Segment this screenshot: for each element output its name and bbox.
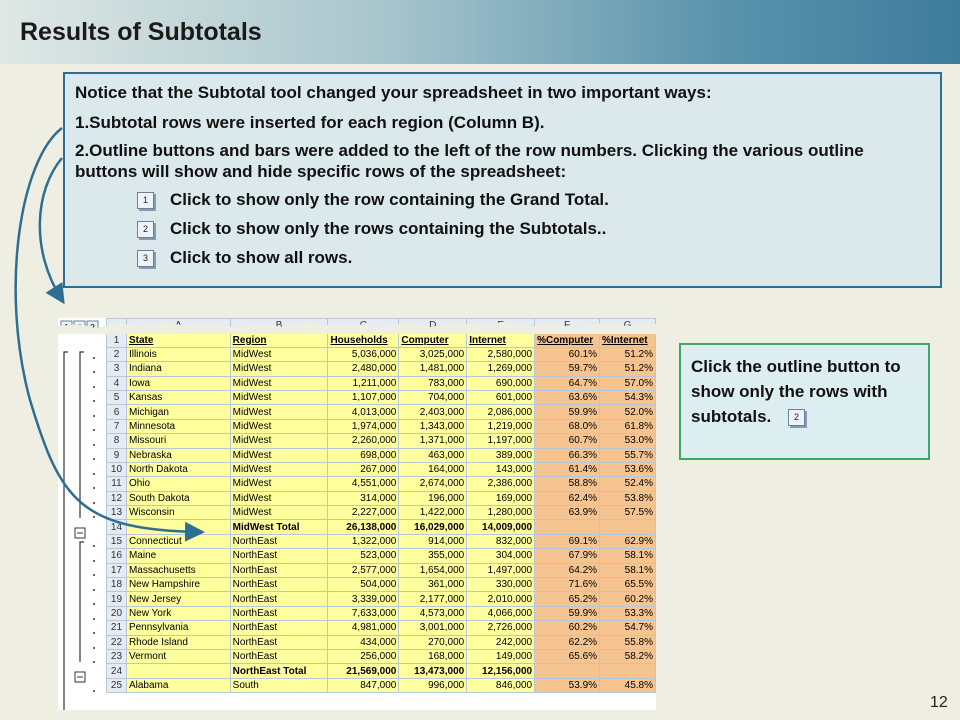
annotation-arrows [14, 127, 205, 542]
arrow-to-outline-buttons [38, 157, 65, 305]
arrow-to-subtotal-row [14, 127, 205, 542]
page-number: 12 [930, 694, 948, 711]
